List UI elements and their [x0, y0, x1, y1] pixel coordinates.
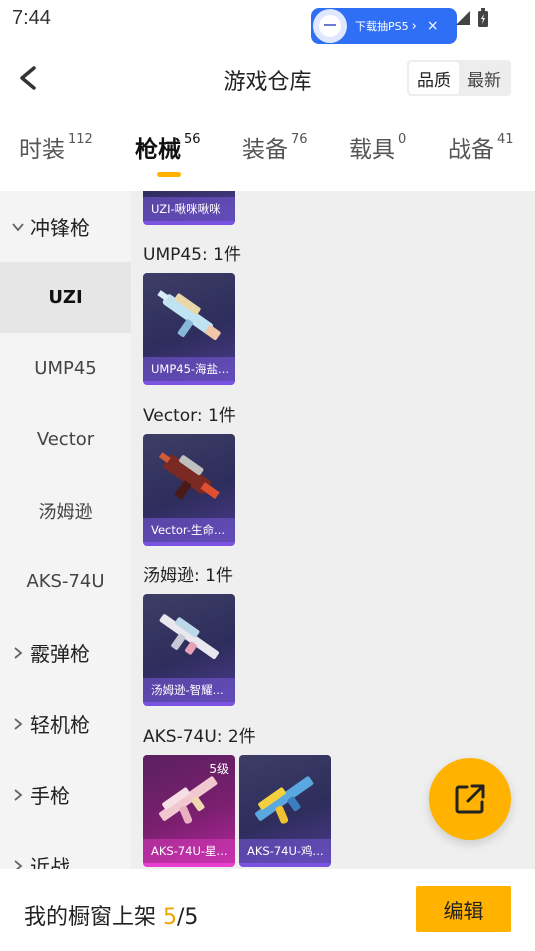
signal-icon: [456, 11, 470, 25]
chevron-right-icon: [14, 717, 23, 730]
tab-vehicles[interactable]: 载具 0: [349, 130, 406, 164]
tab-label: 装备: [242, 137, 288, 163]
sidebar-group-pistol[interactable]: 手枪: [0, 759, 131, 830]
tab-label: 枪械: [135, 137, 181, 163]
sidebar-group-label: 轻机枪: [30, 713, 90, 737]
sidebar-item-uzi[interactable]: UZI: [0, 262, 131, 333]
tab-gear[interactable]: 战备 41: [448, 130, 514, 164]
sort-toggle: 品质 最新: [407, 60, 511, 96]
sidebar-item-label: AKS-74U: [26, 571, 105, 592]
sort-quality-option[interactable]: 品质: [409, 62, 459, 94]
close-icon[interactable]: ×: [427, 18, 439, 34]
sidebar-group-lmg[interactable]: 轻机枪: [0, 688, 131, 759]
share-button[interactable]: [429, 758, 511, 840]
smg-weapon-icon: [159, 614, 219, 659]
tab-count: 56: [184, 132, 201, 147]
showcase-label: 我的橱窗上架: [24, 905, 163, 930]
status-time: 7:44: [12, 7, 51, 29]
section-title-aks74u: AKS-74U: 2件: [143, 727, 256, 747]
sidebar-item-vector[interactable]: Vector: [0, 404, 131, 475]
smg-weapon-icon: [158, 452, 220, 500]
sidebar-item-label: 汤姆逊: [38, 501, 93, 523]
sidebar-item-label: UMP45: [34, 358, 97, 379]
chevron-down-icon: [12, 222, 24, 231]
weapon-card-name: UMP45-海盐...: [143, 357, 235, 381]
rifle-weapon-icon: [159, 776, 218, 824]
mascot-avatar-icon: [313, 9, 347, 43]
weapon-card-uzi[interactable]: UZI-啾咪啾咪: [143, 191, 235, 225]
chevron-right-icon: [14, 788, 23, 801]
sidebar-group-label: 近战: [30, 855, 70, 869]
edit-button[interactable]: 编辑: [416, 886, 511, 932]
sort-latest-option[interactable]: 最新: [459, 62, 509, 94]
weapon-card-aks74u-1[interactable]: 5级 AKS-74U-星...: [143, 755, 235, 867]
sidebar-item-label: UZI: [48, 287, 83, 308]
section-title-vector: Vector: 1件: [143, 406, 236, 426]
weapon-card-ump45[interactable]: UMP45-海盐...: [143, 273, 235, 385]
rifle-weapon-icon: [255, 776, 314, 824]
chevron-right-icon: [14, 646, 23, 659]
weapon-card-name: AKS-74U-鸡...: [239, 839, 331, 863]
tab-equipment[interactable]: 装备 76: [242, 130, 308, 164]
tab-label: 战备: [448, 137, 494, 163]
weapon-card-aks74u-2[interactable]: AKS-74U-鸡...: [239, 755, 331, 867]
sidebar-group-label: 手枪: [30, 784, 70, 808]
showcase-bar: 我的橱窗上架 5/5 编辑: [0, 869, 535, 951]
sidebar-item-aks74u[interactable]: AKS-74U: [0, 546, 131, 617]
tab-label: 载具: [349, 137, 395, 163]
sidebar-group-shotgun[interactable]: 霰弹枪: [0, 617, 131, 688]
battery-icon: [478, 8, 488, 27]
promo-banner[interactable]: 下载抽PS5 › ×: [311, 8, 457, 44]
tab-label: 时装: [19, 137, 65, 163]
chevron-right-icon: [14, 859, 23, 869]
sidebar-group-label: 霰弹枪: [30, 642, 90, 666]
tab-fashion[interactable]: 时装 112: [19, 130, 93, 164]
weapon-card-name: Vector-生命...: [143, 518, 235, 542]
weapon-category-sidebar: 冲锋枪 UZI UMP45 Vector 汤姆逊 AKS-74U 霰弹枪 轻机枪…: [0, 191, 131, 869]
weapon-card-thompson[interactable]: 汤姆逊-智耀...: [143, 594, 235, 706]
tab-count: 0: [398, 132, 407, 147]
sidebar-item-thompson[interactable]: 汤姆逊: [0, 475, 131, 546]
weapon-card-name: 汤姆逊-智耀...: [143, 678, 235, 702]
showcase-total-count: /5: [177, 905, 199, 930]
tab-count: 76: [291, 132, 308, 147]
active-tab-indicator: [157, 172, 181, 177]
category-tabs: 时装 112 枪械 56 装备 76 载具 0 战备 41: [0, 130, 535, 186]
promo-text: 下载抽PS5: [355, 20, 409, 33]
sidebar-group-melee[interactable]: 近战: [0, 830, 131, 869]
tab-count: 112: [68, 132, 93, 147]
section-title-ump45: UMP45: 1件: [143, 245, 241, 265]
weapon-card-name: AKS-74U-星...: [143, 839, 235, 863]
sidebar-item-ump45[interactable]: UMP45: [0, 333, 131, 404]
smg-weapon-icon: [157, 290, 221, 340]
status-icons: [455, 8, 489, 28]
share-external-icon: [455, 784, 485, 814]
header: 游戏仓库 品质 最新: [0, 48, 535, 108]
sidebar-group-smg[interactable]: 冲锋枪: [0, 191, 131, 262]
weapon-card-name: UZI-啾咪啾咪: [143, 197, 235, 221]
tab-weapons[interactable]: 枪械 56: [135, 130, 201, 164]
status-bar: 7:44 下载抽PS5 › ×: [0, 0, 535, 44]
tab-count: 41: [497, 132, 514, 147]
showcase-count-text: 我的橱窗上架 5/5: [24, 899, 198, 931]
sidebar-group-label: 冲锋枪: [30, 216, 90, 240]
section-title-thompson: 汤姆逊: 1件: [143, 566, 233, 586]
showcase-current-count: 5: [163, 905, 177, 930]
chevron-right-icon: ›: [411, 18, 417, 34]
weapon-card-vector[interactable]: Vector-生命...: [143, 434, 235, 546]
sidebar-item-label: Vector: [36, 429, 95, 450]
